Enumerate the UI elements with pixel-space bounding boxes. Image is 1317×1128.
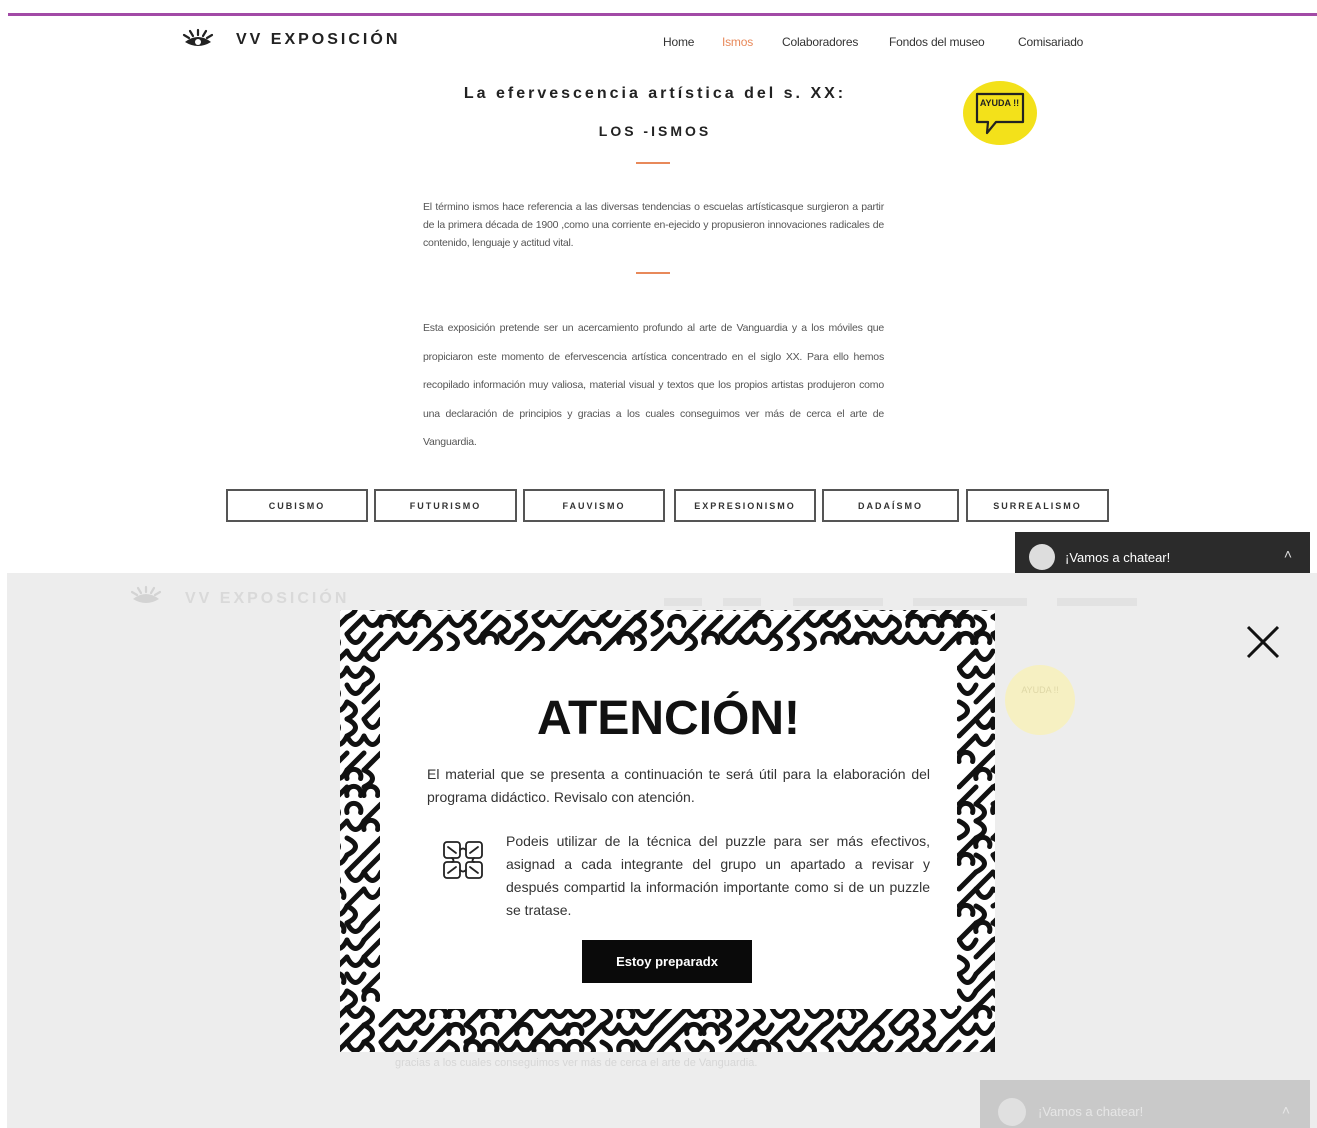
description-paragraph: Esta exposición pretende ser un acercami… bbox=[423, 322, 884, 448]
dadaismo-button[interactable]: DADAÍSMO bbox=[822, 489, 959, 522]
fauvismo-button[interactable]: FAUVISMO bbox=[523, 489, 665, 522]
smiley-icon bbox=[998, 1098, 1026, 1126]
chat-widget: ¡Vamos a chatear! ˄ bbox=[980, 1080, 1310, 1128]
modal-content: ATENCIÓN! El material que se presenta a … bbox=[380, 651, 957, 1009]
close-icon[interactable] bbox=[1242, 621, 1284, 663]
smiley-icon bbox=[1029, 544, 1055, 570]
chevron-up-icon[interactable]: ˄ bbox=[1284, 546, 1292, 562]
nav-ismos[interactable]: Ismos bbox=[722, 35, 753, 49]
nav-colaboradores[interactable]: Colaboradores bbox=[782, 35, 858, 49]
surrealismo-button[interactable]: SURREALISMO bbox=[966, 489, 1109, 522]
help-button[interactable]: AYUDA !! bbox=[963, 81, 1037, 145]
expresionismo-button[interactable]: EXPRESIONISMO bbox=[674, 489, 816, 522]
site-name[interactable]: VV EXPOSICIÓN bbox=[236, 31, 400, 49]
nav-placeholder bbox=[793, 598, 883, 606]
futurismo-button[interactable]: FUTURISMO bbox=[374, 489, 517, 522]
cubismo-button[interactable]: CUBISMO bbox=[226, 489, 368, 522]
help-button: AYUDA !! bbox=[1005, 665, 1075, 735]
chat-widget[interactable]: ¡Vamos a chatear! ˄ bbox=[1015, 532, 1310, 573]
page-title: La efervescencia artística del s. XX: bbox=[463, 85, 847, 102]
nav-placeholder bbox=[913, 598, 1027, 606]
nav-placeholder bbox=[664, 598, 702, 606]
nav-placeholder bbox=[723, 598, 761, 606]
eye-logo-icon bbox=[130, 585, 162, 603]
help-label: AYUDA !! bbox=[1021, 685, 1059, 695]
ready-button[interactable]: Estoy preparadx bbox=[582, 940, 752, 983]
description-paragraph-line: gracias a los cuales conseguimos ver más… bbox=[395, 1057, 758, 1069]
top-accent-border bbox=[8, 13, 1317, 16]
chevron-up-icon: ˄ bbox=[1281, 1102, 1290, 1118]
page-subtitle: LOS -ISMOS bbox=[598, 123, 712, 139]
modal-tip-text: Podeis utilizar de la técnica del puzzle… bbox=[506, 833, 930, 918]
site-name: VV EXPOSICIÓN bbox=[185, 590, 350, 607]
intro-paragraph: El término ismos hace referencia a las d… bbox=[423, 201, 884, 249]
divider bbox=[636, 272, 670, 274]
nav-comisariado[interactable]: Comisariado bbox=[1018, 35, 1083, 49]
help-label: AYUDA !! bbox=[979, 98, 1020, 108]
puzzle-hands-icon bbox=[443, 841, 483, 879]
chat-label: ¡Vamos a chatear! bbox=[1038, 1104, 1144, 1119]
nav-fondos-del-museo[interactable]: Fondos del museo bbox=[889, 35, 985, 49]
modal-title: ATENCIÓN! bbox=[536, 692, 801, 745]
nav-home[interactable]: Home bbox=[663, 35, 694, 49]
attention-modal: ATENCIÓN! El material que se presenta a … bbox=[340, 610, 995, 1052]
eye-logo-icon[interactable] bbox=[182, 28, 214, 50]
modal-text: El material que se presenta a continuaci… bbox=[427, 766, 930, 805]
chat-label: ¡Vamos a chatear! bbox=[1065, 550, 1171, 565]
nav-placeholder bbox=[1057, 598, 1137, 606]
divider bbox=[636, 162, 670, 164]
